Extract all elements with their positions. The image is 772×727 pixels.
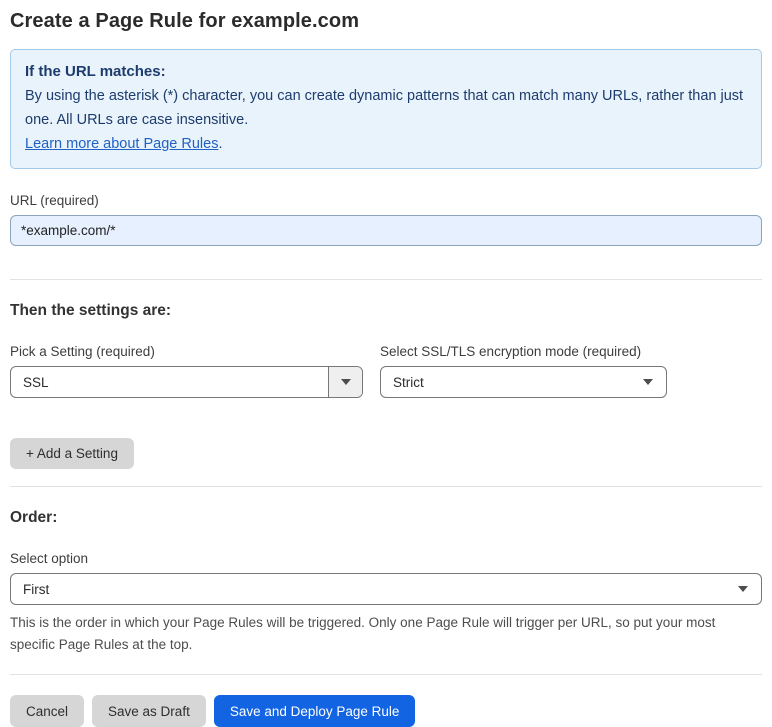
caret-down-icon (340, 379, 351, 385)
divider (10, 674, 762, 675)
caret-down-icon (643, 379, 653, 385)
add-setting-button[interactable]: + Add a Setting (10, 438, 134, 469)
url-match-info-box: If the URL matches: By using the asteris… (10, 49, 762, 169)
url-input[interactable] (10, 215, 762, 246)
cancel-button[interactable]: Cancel (10, 695, 85, 727)
divider (10, 279, 762, 280)
caret-down-icon (738, 586, 748, 592)
pick-setting-value: SSL (23, 374, 49, 390)
order-dropdown[interactable]: First (10, 573, 762, 605)
save-as-draft-button[interactable]: Save as Draft (92, 695, 206, 727)
footer-actions: Cancel Save as Draft Save and Deploy Pag… (10, 695, 762, 727)
order-help-text: This is the order in which your Page Rul… (10, 615, 716, 652)
pick-setting-caret-button[interactable] (328, 367, 362, 397)
ssl-mode-value: Strict (393, 374, 424, 390)
ssl-mode-label: Select SSL/TLS encryption mode (required… (380, 344, 642, 359)
link-suffix: . (218, 136, 223, 152)
pick-setting-label: Pick a Setting (required) (10, 344, 155, 359)
page-rule-form: Create a Page Rule for example.com If th… (0, 0, 772, 727)
info-box-link-line: Learn more about Page Rules. (25, 132, 747, 156)
order-section-heading: Order: (10, 509, 58, 526)
save-and-deploy-button[interactable]: Save and Deploy Page Rule (213, 695, 416, 727)
settings-section-heading: Then the settings are: (10, 302, 172, 319)
pick-setting-dropdown[interactable]: SSL (10, 366, 363, 398)
learn-more-link[interactable]: Learn more about Page Rules (25, 136, 218, 152)
divider (10, 486, 762, 487)
ssl-mode-column: Select SSL/TLS encryption mode (required… (380, 320, 667, 398)
url-field-label: URL (required) (10, 193, 99, 208)
page-title: Create a Page Rule for example.com (10, 10, 360, 32)
info-box-heading: If the URL matches: (25, 63, 166, 80)
pick-setting-column: Pick a Setting (required) SSL (10, 320, 363, 398)
order-value: First (23, 581, 50, 597)
settings-row: Pick a Setting (required) SSL Select SSL… (10, 320, 762, 398)
ssl-mode-dropdown[interactable]: Strict (380, 366, 667, 398)
info-box-body: By using the asterisk (*) character, you… (25, 88, 744, 128)
order-select-label: Select option (10, 551, 89, 566)
